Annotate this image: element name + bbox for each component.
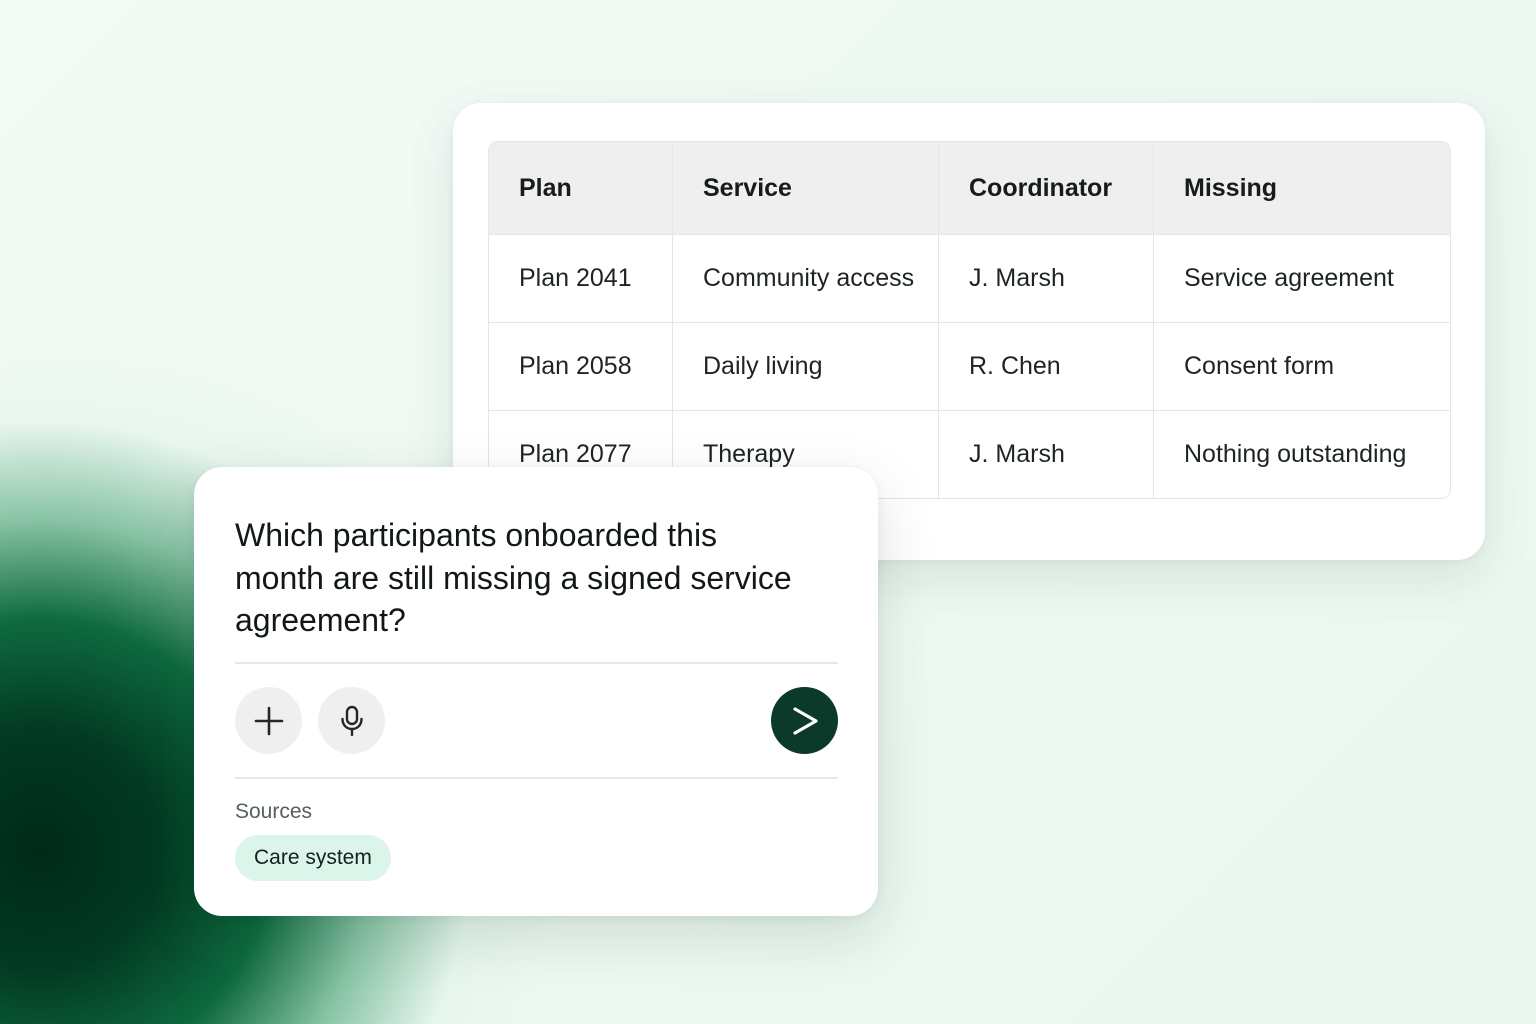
column-header-plan[interactable]: Plan <box>489 142 673 235</box>
send-arrow-icon <box>792 706 818 735</box>
send-button[interactable] <box>771 687 838 754</box>
table-row[interactable]: Plan 2058 Daily living R. Chen Consent f… <box>489 323 1450 411</box>
add-button[interactable] <box>235 687 302 754</box>
cell-plan: Plan 2058 <box>489 323 673 411</box>
source-chip-care-system[interactable]: Care system <box>235 835 391 881</box>
divider <box>235 777 838 779</box>
question-text[interactable]: Which participants onboarded this month … <box>235 514 795 642</box>
table-row[interactable]: Plan 2041 Community access J. Marsh Serv… <box>489 235 1450 323</box>
cell-missing: Service agreement <box>1154 235 1450 323</box>
microphone-icon <box>340 705 363 736</box>
cell-missing: Consent form <box>1154 323 1450 411</box>
column-header-coordinator[interactable]: Coordinator <box>939 142 1154 235</box>
cell-service: Daily living <box>673 323 939 411</box>
column-header-missing[interactable]: Missing <box>1154 142 1450 235</box>
microphone-button[interactable] <box>318 687 385 754</box>
plus-icon <box>254 706 283 735</box>
cell-coordinator: R. Chen <box>939 323 1154 411</box>
cell-coordinator: J. Marsh <box>939 411 1154 498</box>
cell-service: Community access <box>673 235 939 323</box>
sources-label: Sources <box>235 800 313 823</box>
participants-table: Plan Service Coordinator Missing Plan 20… <box>488 141 1451 499</box>
column-header-service[interactable]: Service <box>673 142 939 235</box>
cell-plan: Plan 2041 <box>489 235 673 323</box>
table-header-row: Plan Service Coordinator Missing <box>489 142 1450 235</box>
divider <box>235 662 838 664</box>
chat-card: Which participants onboarded this month … <box>194 467 878 916</box>
cell-missing: Nothing outstanding <box>1184 440 1407 468</box>
cell-coordinator: J. Marsh <box>939 235 1154 323</box>
